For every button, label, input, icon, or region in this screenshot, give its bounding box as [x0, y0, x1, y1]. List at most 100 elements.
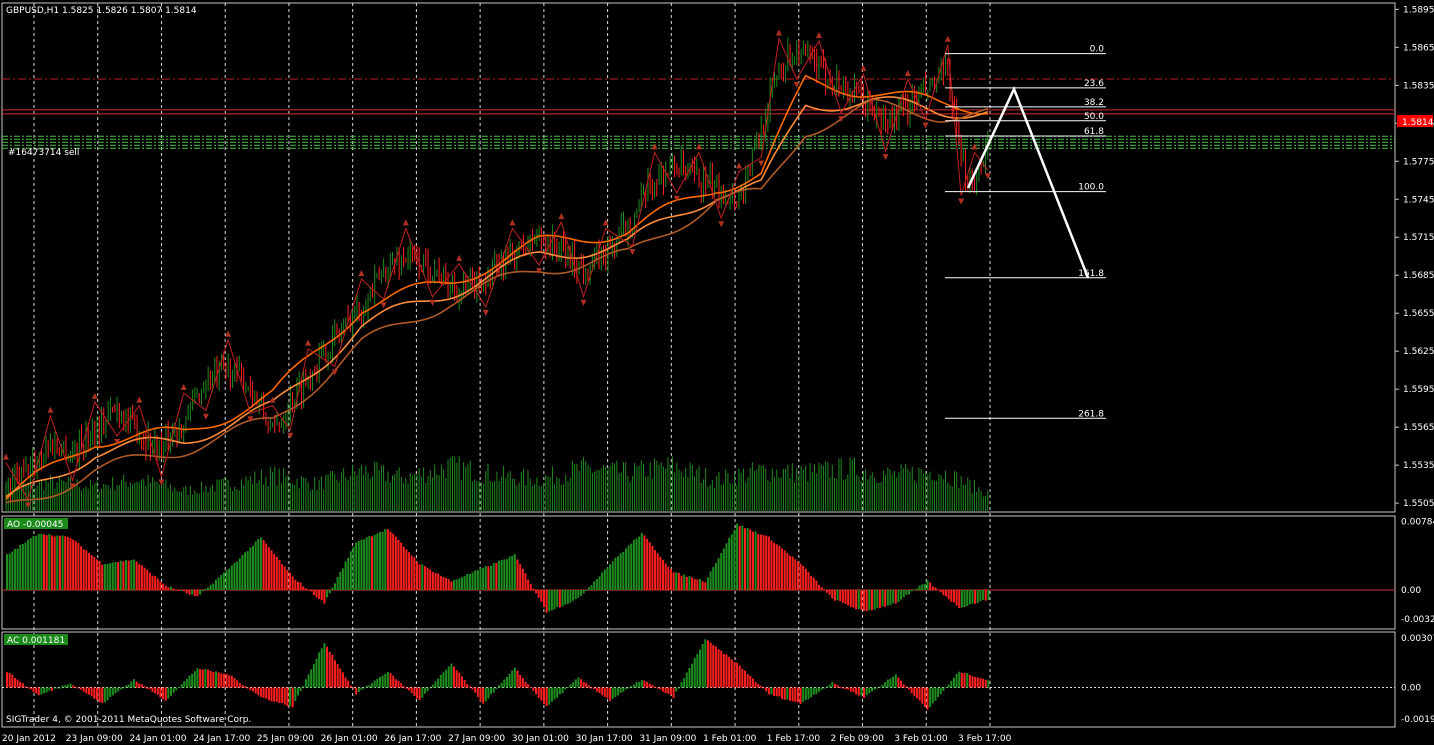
- oscillator-bar: [376, 533, 379, 590]
- oscillator-bar: [122, 561, 125, 590]
- oscillator-bar: [106, 687, 109, 701]
- oscillator-bar: [315, 590, 318, 598]
- oscillator-bar: [196, 590, 199, 597]
- oscillator-bar: [614, 557, 617, 590]
- oscillator-bar: [331, 654, 334, 688]
- oscillator-bar: [902, 684, 905, 688]
- y-tick-label: 1.5655: [1403, 309, 1434, 319]
- y-tick-label: 1.5895: [1403, 5, 1434, 15]
- oscillator-bar: [119, 687, 122, 690]
- y-tick-label: 0.00: [1401, 684, 1421, 694]
- oscillator-bar: [699, 649, 702, 688]
- oscillator-bar: [680, 682, 683, 688]
- oscillator-bar: [656, 687, 659, 689]
- oscillator-bar: [537, 687, 540, 698]
- oscillator-bar: [304, 588, 307, 590]
- oscillator-bar: [783, 687, 786, 700]
- oscillator-bar: [463, 679, 466, 688]
- oscillator-bar: [212, 671, 215, 688]
- oscillator-bar: [527, 579, 530, 590]
- oscillator-bar: [603, 569, 606, 590]
- oscillator-bar: [191, 673, 194, 688]
- oscillator-bar: [527, 684, 530, 688]
- oscillator-bar: [606, 567, 609, 590]
- oscillator-bar: [934, 687, 937, 701]
- oscillator-bar: [180, 684, 183, 688]
- oscillator-bar: [109, 687, 112, 697]
- oscillator-bar: [601, 572, 604, 590]
- oscillator-bar: [929, 582, 932, 590]
- oscillator-bar: [667, 566, 670, 590]
- oscillator-bar: [947, 684, 950, 688]
- oscillator-bar: [265, 687, 268, 699]
- oscillator-bar: [392, 675, 395, 688]
- oscillator-bar: [889, 590, 892, 606]
- oscillator-bar: [974, 677, 977, 688]
- oscillator-bar: [429, 687, 432, 689]
- oscillator-bar: [341, 568, 344, 590]
- oscillator-bar: [236, 680, 239, 688]
- oscillator-bar: [88, 552, 90, 590]
- oscillator-bar: [751, 531, 754, 590]
- oscillator-bar: [323, 590, 326, 604]
- oscillator-bar: [167, 587, 170, 590]
- ao-title: AO -0.00045: [7, 520, 63, 530]
- oscillator-bar: [378, 677, 381, 688]
- oscillator-bar: [114, 562, 117, 590]
- oscillator-bar: [180, 590, 183, 591]
- oscillator-bar: [857, 687, 860, 696]
- oscillator-bar: [662, 687, 664, 692]
- oscillator-bar: [968, 674, 971, 688]
- oscillator-bar: [193, 590, 196, 597]
- oscillator-bar: [426, 687, 429, 692]
- oscillator-bar: [987, 590, 990, 601]
- oscillator-bar: [484, 566, 487, 590]
- oscillator-bar: [498, 560, 500, 590]
- oscillator-bar: [193, 671, 196, 688]
- oscillator-bar: [968, 590, 971, 605]
- oscillator-bar: [416, 561, 418, 590]
- oscillator-bar: [566, 590, 569, 604]
- oscillator-bar: [524, 573, 527, 590]
- fib-level-label: 61.8: [1084, 127, 1104, 137]
- oscillator-bar: [373, 680, 376, 688]
- oscillator-bar: [127, 560, 130, 590]
- oscillator-bar: [765, 687, 768, 692]
- oscillator-bar: [878, 590, 881, 609]
- oscillator-bar: [43, 687, 46, 694]
- oscillator-bar: [16, 679, 19, 688]
- x-tick-label: 25 Jan 09:00: [257, 734, 314, 744]
- oscillator-bar: [471, 687, 474, 690]
- oscillator-bar: [701, 581, 704, 590]
- oscillator-bar: [688, 576, 691, 590]
- oscillator-bar: [545, 687, 548, 707]
- oscillator-bar: [505, 676, 508, 688]
- oscillator-bar: [635, 538, 638, 590]
- oscillator-bar: [347, 557, 350, 590]
- oscillator-bar: [638, 681, 641, 688]
- oscillator-bar: [188, 590, 191, 595]
- oscillator-bar: [389, 673, 392, 688]
- oscillator-bar: [870, 590, 873, 611]
- trading-chart[interactable]: 0.0 23.6 38.2 50.0 61.8 100.0 161.8 261.8 0.007…: [0, 0, 1434, 745]
- y-tick-label: 1.5775: [1403, 157, 1434, 167]
- oscillator-bar: [950, 590, 953, 602]
- oscillator-bar: [273, 687, 276, 702]
- oscillator-bar: [244, 552, 247, 590]
- oscillator-bar: [849, 687, 852, 692]
- oscillator-bar: [437, 678, 440, 688]
- oscillator-bar: [408, 552, 411, 590]
- oscillator-bar: [807, 687, 810, 700]
- oscillator-bar: [201, 590, 204, 592]
- oscillator-bar: [556, 687, 559, 698]
- oscillator-bar: [371, 536, 374, 590]
- oscillator-bar: [751, 678, 754, 688]
- oscillator-bar: [21, 683, 24, 688]
- oscillator-bar: [905, 686, 908, 688]
- oscillator-bar: [175, 589, 178, 591]
- oscillator-bar: [955, 590, 958, 606]
- oscillator-bar: [410, 687, 413, 694]
- oscillator-bar: [685, 672, 688, 688]
- oscillator-bar: [706, 640, 709, 688]
- oscillator-bar: [564, 687, 567, 690]
